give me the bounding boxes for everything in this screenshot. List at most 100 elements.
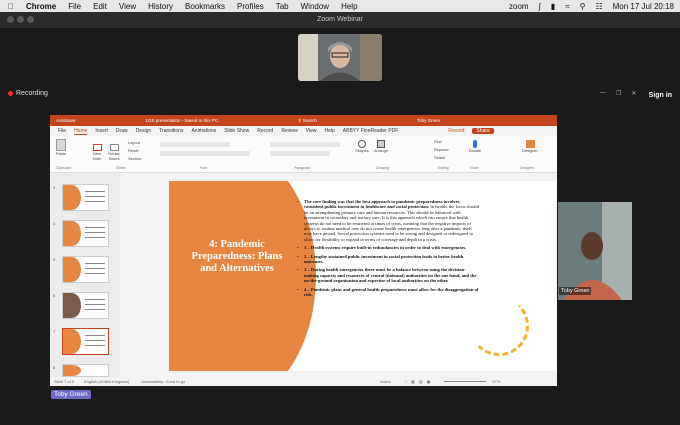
new-slide-button[interactable]: New Slide bbox=[90, 144, 104, 161]
tab-slide-show[interactable]: Slide Show bbox=[224, 128, 249, 134]
slide-body: The core finding was that the best appro… bbox=[297, 199, 479, 301]
slide-bullet: 1 – Health systems require built-in redu… bbox=[297, 245, 479, 251]
thumb-number: 5 bbox=[53, 257, 56, 262]
zoom-level[interactable]: 57% bbox=[492, 379, 500, 384]
notes-button[interactable]: Notes bbox=[380, 379, 390, 384]
tab-transitions[interactable]: Transitions bbox=[159, 128, 183, 134]
ppt-document-title: 1GS presentation - Saved to this PC bbox=[145, 118, 219, 123]
tab-animations[interactable]: Animations bbox=[191, 128, 216, 134]
group-label-voice: Voice bbox=[470, 166, 479, 170]
menu-file[interactable]: File bbox=[68, 2, 81, 11]
slide-canvas[interactable]: 4: Pandemic Preparedness: Plans and Alte… bbox=[169, 181, 556, 371]
paragraph-align-buttons[interactable] bbox=[270, 151, 330, 156]
control-center-icon[interactable]: ☷ bbox=[595, 2, 602, 11]
zoom-slider[interactable] bbox=[444, 381, 487, 382]
apple-icon[interactable]:  bbox=[8, 2, 14, 11]
slide-bullet: 3 – During health emergencies there must… bbox=[297, 267, 479, 283]
find-button[interactable]: Find bbox=[434, 139, 442, 144]
record-button[interactable]: Record bbox=[448, 128, 464, 134]
zoom-window-icon[interactable] bbox=[27, 16, 34, 23]
powerpoint-window: AutoSave 1GS presentation - Saved to thi… bbox=[50, 115, 557, 386]
slide-title: 4: Pandemic Preparedness: Plans and Alte… bbox=[191, 239, 283, 274]
speaker-video-image bbox=[558, 202, 632, 300]
zoom-status-item[interactable]: zoom bbox=[509, 2, 529, 11]
view-buttons[interactable]: □▦▤▣ bbox=[405, 379, 435, 384]
slide-counter: Slide 7 of 9 bbox=[54, 379, 75, 384]
share-button[interactable]: Share bbox=[472, 128, 494, 134]
tab-design[interactable]: Design bbox=[136, 128, 152, 134]
macos-menubar:  Chrome File Edit View History Bookmark… bbox=[0, 0, 680, 12]
menu-bookmarks[interactable]: Bookmarks bbox=[185, 2, 225, 11]
menu-tab[interactable]: Tab bbox=[276, 2, 289, 11]
layout-button[interactable]: Layout bbox=[128, 140, 140, 145]
slide-thumbnail[interactable] bbox=[62, 364, 109, 377]
tab-help[interactable]: Help bbox=[324, 128, 334, 134]
close-window-icon[interactable] bbox=[7, 16, 14, 23]
tab-home[interactable]: Home bbox=[74, 128, 88, 135]
ppt-user-name: Toby Green bbox=[416, 118, 441, 123]
paragraph-list-buttons[interactable] bbox=[270, 142, 340, 147]
designer-button[interactable]: Designer bbox=[520, 140, 540, 153]
slide-bullet: The core finding was that the best appro… bbox=[297, 199, 479, 242]
paste-button[interactable]: Paste bbox=[54, 139, 68, 156]
tab-abbyy[interactable]: ABBYY FineReader PDF bbox=[343, 128, 399, 134]
font-name-dropdown[interactable] bbox=[160, 142, 230, 147]
slide-thumbnail-selected[interactable] bbox=[62, 328, 109, 355]
menu-window[interactable]: Window bbox=[301, 2, 329, 11]
replace-button[interactable]: Replace bbox=[434, 147, 449, 152]
close-icon[interactable]: ✕ bbox=[631, 90, 636, 97]
slide-orange-shape bbox=[169, 181, 316, 371]
bluetooth-icon[interactable]: ∫ bbox=[539, 2, 541, 11]
font-format-buttons[interactable] bbox=[160, 151, 250, 156]
menubar-clock: Mon 17 Jul 20:18 bbox=[612, 1, 674, 11]
minimize-window-icon[interactable] bbox=[17, 16, 24, 23]
decorative-swirl bbox=[469, 296, 529, 356]
slide-thumbnail[interactable] bbox=[62, 256, 109, 283]
section-button[interactable]: Section bbox=[128, 156, 141, 161]
slide-thumbnail[interactable] bbox=[62, 220, 109, 247]
menu-profiles[interactable]: Profiles bbox=[237, 2, 264, 11]
reset-button[interactable]: Reset bbox=[128, 148, 138, 153]
group-label-drawing: Drawing bbox=[376, 166, 389, 170]
participant-video-thumbnail[interactable] bbox=[298, 34, 382, 81]
thumb-number: 8 bbox=[53, 365, 56, 370]
arrange-button[interactable]: Arrange bbox=[372, 140, 390, 153]
ppt-ribbon-tabs: File Home Insert Draw Design Transitions… bbox=[50, 126, 557, 136]
sign-in-button[interactable]: Sign in bbox=[649, 92, 672, 99]
wifi-icon[interactable]: ≈ bbox=[565, 2, 569, 11]
select-button[interactable]: Select bbox=[434, 155, 445, 160]
slide-thumbnail[interactable] bbox=[62, 292, 109, 319]
menu-help[interactable]: Help bbox=[341, 2, 357, 11]
search-icon[interactable]: ⚲ bbox=[580, 2, 586, 11]
thumb-number: 7 bbox=[53, 329, 56, 334]
shapes-button[interactable]: Shapes bbox=[354, 140, 370, 153]
tab-review[interactable]: Review bbox=[281, 128, 297, 134]
battery-icon[interactable]: ▮ bbox=[551, 2, 555, 11]
language-indicator[interactable]: English (United Kingdom) bbox=[84, 379, 129, 384]
speaker-video-tile[interactable] bbox=[558, 202, 632, 300]
ppt-search-box[interactable]: ⚲ Search bbox=[298, 118, 317, 124]
tab-insert[interactable]: Insert bbox=[95, 128, 108, 134]
menu-edit[interactable]: Edit bbox=[93, 2, 107, 11]
tab-draw[interactable]: Draw bbox=[116, 128, 128, 134]
tab-file[interactable]: File bbox=[58, 128, 66, 134]
accessibility-status[interactable]: Accessibility: Good to go bbox=[141, 379, 185, 384]
shared-window-controls: — ❐ ✕ bbox=[600, 90, 636, 97]
dictate-button[interactable]: Dictate bbox=[468, 140, 482, 153]
slide-thumbnail[interactable] bbox=[62, 184, 109, 211]
menu-history[interactable]: History bbox=[148, 2, 173, 11]
tab-view[interactable]: View bbox=[306, 128, 317, 134]
menu-app-name[interactable]: Chrome bbox=[26, 2, 56, 11]
tab-record[interactable]: Record bbox=[257, 128, 273, 134]
ppt-status-bar: Slide 7 of 9 English (United Kingdom) Ac… bbox=[50, 377, 557, 386]
restore-icon[interactable]: ❐ bbox=[616, 90, 621, 97]
group-label-font: Font bbox=[200, 166, 208, 170]
menu-view[interactable]: View bbox=[119, 2, 136, 11]
reuse-slides-button[interactable]: Reuse Slides bbox=[106, 144, 122, 161]
minimize-icon[interactable]: — bbox=[600, 90, 606, 97]
group-label-paragraph: Paragraph bbox=[294, 166, 311, 170]
recording-indicator[interactable]: Recording bbox=[8, 90, 48, 97]
autosave-toggle[interactable]: AutoSave bbox=[56, 118, 76, 123]
slide-bullet: 4 – Pandemic plans and general health pr… bbox=[297, 287, 479, 298]
participant-avatar-image bbox=[298, 34, 382, 81]
